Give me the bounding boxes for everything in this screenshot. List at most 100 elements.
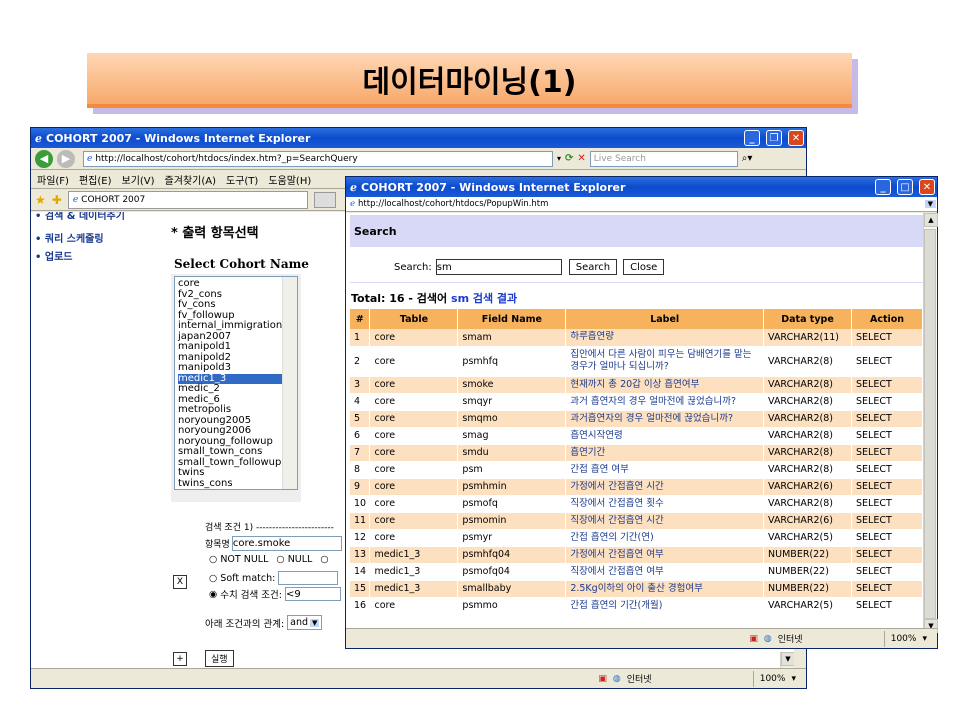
row-action[interactable]: SELECT — [851, 444, 923, 462]
cohort-option[interactable]: fv_cons — [178, 299, 294, 311]
table-row[interactable]: 7 core smdu 흡연기간 VARCHAR2(8) SELECT — [350, 444, 923, 462]
row-table: core — [369, 495, 459, 513]
row-action[interactable]: SELECT — [851, 376, 923, 394]
popup-minimize-button[interactable]: _ — [875, 179, 891, 195]
table-row[interactable]: 9 core psmhmin 가정에서 간접흡연 시간 VARCHAR2(6) SELEC… — [350, 478, 923, 496]
cohort-option[interactable]: medic_2 — [178, 383, 294, 395]
cohort-option[interactable]: noryoung2006 — [178, 425, 294, 437]
numeric-input[interactable] — [284, 587, 341, 601]
add-condition-button[interactable]: + — [173, 652, 187, 666]
zoom-arrow-icon[interactable]: ▾ — [791, 674, 796, 684]
field-input[interactable] — [231, 536, 342, 551]
popup-zoom-level[interactable]: 100% — [891, 634, 917, 644]
favorites-star-icon[interactable]: ★ — [35, 193, 46, 207]
row-action[interactable]: SELECT — [851, 597, 923, 615]
cohort-option[interactable]: twins — [178, 467, 294, 479]
radio-null[interactable]: ○ NULL — [276, 554, 312, 565]
menu-view[interactable]: 보기(V) — [122, 172, 155, 187]
cohort-option[interactable]: small_town_cons — [178, 446, 294, 458]
row-field-name: psmmo — [457, 597, 567, 615]
close-popup-button[interactable]: Close — [623, 259, 665, 275]
table-row[interactable]: 16 core psmmo 간접 흡연의 기간(개월) VARCHAR2(5) SELEC… — [350, 597, 923, 615]
new-tab-button[interactable] — [313, 191, 336, 208]
cohort-option[interactable]: core — [178, 278, 294, 290]
menu-tools[interactable]: 도구(T) — [226, 172, 258, 187]
table-row[interactable]: 14 medic1_3 psmofq04 직장에서 간접흡연 여부 NUMBER(22)… — [350, 563, 923, 581]
menu-file[interactable]: 파일(F) — [37, 172, 69, 187]
row-action[interactable]: SELECT — [851, 346, 923, 377]
row-action[interactable]: SELECT — [851, 461, 923, 479]
run-button[interactable]: 실행 — [205, 650, 234, 667]
row-action[interactable]: SELECT — [851, 478, 923, 496]
row-action[interactable]: SELECT — [851, 580, 923, 598]
popup-close-button[interactable]: ✕ — [919, 179, 935, 195]
table-row[interactable]: 2 core psmhfq 집안에서 다른 사람이 피우는 담배연기를 맡는 경우가 … — [350, 346, 923, 377]
row-action[interactable]: SELECT — [851, 329, 923, 347]
cohort-listbox[interactable]: core fv2_cons fv_cons fv_followup internal_i… — [174, 276, 298, 490]
search-icon[interactable]: ⌕▾ — [742, 153, 753, 164]
popup-titlebar[interactable]: ℯ COHORT 2007 - Windows Internet Explore… — [346, 177, 937, 197]
sidebar-item-schedule[interactable]: • 쿼리 스케줄링 — [35, 230, 104, 245]
radio-not-null[interactable]: ○ NOT NULL — [209, 554, 268, 565]
table-row[interactable]: 11 core psmomin 직장에서 간접흡연 시간 VARCHAR2(6) SELE… — [350, 512, 923, 530]
row-action[interactable]: SELECT — [851, 512, 923, 530]
menu-help[interactable]: 도움말(H) — [268, 172, 311, 187]
menu-edit[interactable]: 편집(E) — [79, 172, 112, 187]
table-row[interactable]: 15 medic1_3 smallbaby 2.5Kg이하의 아이 출산 경험여부 NU… — [350, 580, 923, 598]
forward-icon[interactable]: ▶ — [57, 149, 75, 168]
sidebar-item-upload[interactable]: • 업로드 — [35, 248, 72, 263]
search-button[interactable]: Search — [568, 259, 618, 275]
restore-button[interactable]: ❐ — [766, 130, 782, 146]
row-action[interactable]: SELECT — [851, 529, 923, 547]
table-row[interactable]: 4 core smqyr 과거 흡연자의 경우 얼마전에 끊었습니까? VARCHAR2… — [350, 393, 923, 411]
popup-zoom-arrow-icon[interactable]: ▾ — [922, 634, 927, 644]
scroll-down-icon[interactable]: ▼ — [781, 652, 794, 666]
cohort-option[interactable]: metropolis — [178, 404, 294, 416]
table-row[interactable]: 5 core smqmo 과거흡연자의 경우 얼마전에 끊었습니까? VARCHAR2(… — [350, 410, 923, 428]
add-favorite-icon[interactable]: ✚ — [52, 193, 62, 207]
table-row[interactable]: 3 core smoke 현재까지 총 20갑 이상 흡연여부 VARCHAR2(8) S… — [350, 376, 923, 394]
relation-select[interactable]: and ▼ — [287, 615, 323, 630]
cohort-option[interactable]: manipold1 — [178, 341, 294, 353]
popup-url-dropdown-icon[interactable]: ▼ — [924, 200, 936, 208]
tab-cohort[interactable]: ℯ COHORT 2007 — [67, 190, 308, 209]
popup-scrollbar[interactable]: ▲ ▼ — [923, 213, 938, 633]
tab-ie-icon: ℯ — [72, 194, 79, 205]
live-search-input[interactable]: Live Search — [589, 150, 738, 167]
dropdown-icon[interactable]: ▾ — [557, 154, 561, 163]
close-button[interactable]: ✕ — [788, 130, 804, 146]
popup-maximize-button[interactable]: □ — [897, 179, 913, 195]
row-action[interactable]: SELECT — [851, 410, 923, 428]
table-row[interactable]: 6 core smag 흡연시작연령 VARCHAR2(8) SELECT — [350, 427, 923, 445]
radio-numeric[interactable]: ◉ — [209, 589, 217, 600]
minimize-button[interactable]: _ — [744, 130, 760, 146]
cohort-option[interactable]: twins_cons — [178, 478, 294, 490]
search-input[interactable] — [435, 259, 562, 275]
remove-condition-button[interactable]: X — [173, 575, 187, 589]
main-titlebar[interactable]: ℯ COHORT 2007 - Windows Internet Explore… — [31, 128, 806, 148]
cohort-option[interactable]: internal_immigration — [178, 320, 294, 332]
cohort-option[interactable]: manipold3 — [178, 362, 294, 374]
table-row[interactable]: 10 core psmofq 직장에서 간접흡연 횟수 VARCHAR2(8) SELEC… — [350, 495, 923, 513]
row-action[interactable]: SELECT — [851, 546, 923, 564]
row-action[interactable]: SELECT — [851, 495, 923, 513]
main-url-input[interactable]: ℯ http://localhost/cohort/htdocs/index.h… — [83, 150, 553, 167]
radio-other[interactable]: ○ — [320, 554, 328, 565]
row-action[interactable]: SELECT — [851, 563, 923, 581]
popup-scroll-thumb[interactable] — [924, 229, 936, 619]
radio-soft[interactable]: ○ — [209, 573, 217, 584]
table-row[interactable]: 13 medic1_3 psmhfq04 가정에서 간접흡연 여부 NUMBER(22)… — [350, 546, 923, 564]
refresh-icon[interactable]: ⟳ — [565, 153, 573, 164]
table-row[interactable]: 1 core smam 하루흡연량 VARCHAR2(11) SELECT — [350, 329, 923, 347]
menu-favorites[interactable]: 즐겨찾기(A) — [165, 172, 216, 187]
zoom-level[interactable]: 100% — [760, 674, 786, 684]
soft-match-input[interactable] — [278, 571, 339, 585]
popup-scroll-up-icon[interactable]: ▲ — [924, 213, 938, 227]
cohort-scrollbar[interactable] — [282, 277, 297, 489]
stop-icon[interactable]: ✕ — [577, 153, 585, 164]
back-icon[interactable]: ◀ — [35, 149, 53, 168]
table-row[interactable]: 8 core psm 간접 흡연 여부 VARCHAR2(8) SELECT — [350, 461, 923, 479]
table-row[interactable]: 12 core psmyr 간접 흡연의 기간(연) VARCHAR2(5) SELECT — [350, 529, 923, 547]
row-action[interactable]: SELECT — [851, 393, 923, 411]
row-action[interactable]: SELECT — [851, 427, 923, 445]
